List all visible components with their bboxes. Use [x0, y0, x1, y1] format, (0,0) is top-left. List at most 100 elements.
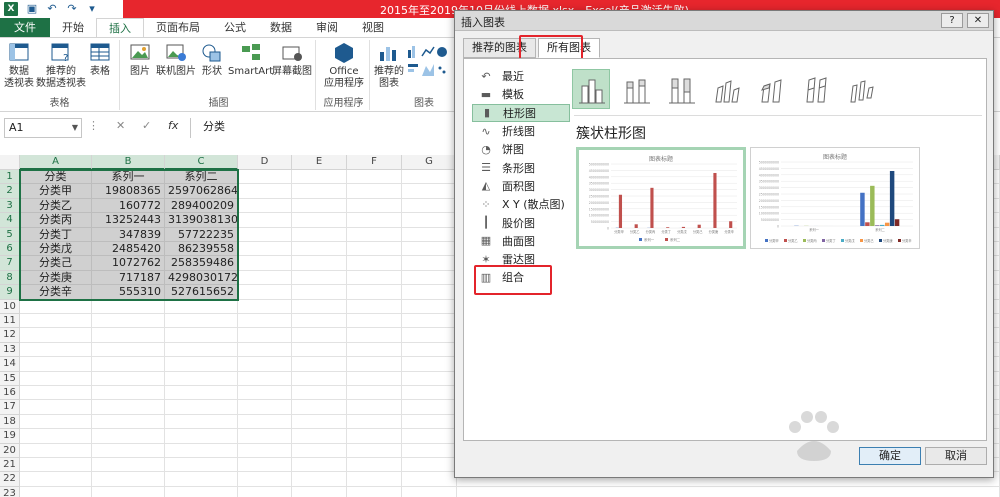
undo-icon[interactable]: ↶: [46, 3, 58, 15]
sheet-cell[interactable]: [347, 342, 402, 358]
chart-type-surface-chart[interactable]: ▦ 曲面图: [472, 232, 570, 250]
chart-type-combo-chart[interactable]: ▥ 组合: [472, 268, 570, 286]
sheet-cell[interactable]: [238, 213, 292, 228]
tab-insert[interactable]: 插入: [96, 18, 144, 37]
sheet-cell[interactable]: [402, 170, 457, 185]
sheet-cell[interactable]: [457, 486, 1000, 497]
sheet-cell[interactable]: [292, 314, 347, 329]
sheet-cell[interactable]: [402, 486, 457, 497]
sheet-cell[interactable]: [165, 472, 238, 487]
row-header[interactable]: 23: [0, 486, 20, 497]
pivot-table-button[interactable]: 数据 透视表: [4, 42, 34, 90]
sheet-cell[interactable]: 分类辛: [20, 285, 92, 300]
sheet-cell[interactable]: [165, 357, 238, 372]
sheet-cell[interactable]: [92, 458, 165, 473]
sheet-cell[interactable]: [292, 270, 347, 286]
sheet-cell[interactable]: [402, 458, 457, 473]
recommended-charts-button[interactable]: 推荐的 图表: [374, 42, 404, 90]
help-button[interactable]: ?: [941, 13, 963, 28]
sheet-cell[interactable]: [292, 458, 347, 473]
sheet-cell[interactable]: [292, 213, 347, 228]
sheet-cell[interactable]: [402, 314, 457, 329]
tab-file[interactable]: 文件: [0, 18, 50, 37]
chart-type-column-chart[interactable]: ▮ 柱形图: [472, 103, 570, 122]
cancel-button[interactable]: 取消: [925, 447, 987, 465]
sheet-cell[interactable]: [165, 400, 238, 415]
sheet-cell[interactable]: [347, 486, 402, 497]
sheet-cell[interactable]: [347, 357, 402, 372]
sheet-cell[interactable]: [20, 357, 92, 372]
sheet-cell[interactable]: [402, 472, 457, 487]
sheet-cell[interactable]: [20, 400, 92, 415]
sheet-cell[interactable]: [238, 486, 292, 497]
ok-button[interactable]: 确定: [859, 447, 921, 465]
sheet-cell[interactable]: 分类庚: [20, 270, 92, 286]
sheet-cell[interactable]: [292, 299, 347, 314]
smartart-button[interactable]: SmartArt: [228, 42, 273, 78]
row-header[interactable]: 22: [0, 472, 20, 487]
sheet-cell[interactable]: [165, 371, 238, 386]
chart-type-line-chart[interactable]: ∿ 折线图: [472, 122, 570, 140]
sheet-cell[interactable]: [292, 328, 347, 343]
sheet-cell[interactable]: [20, 414, 92, 430]
sheet-cell[interactable]: [292, 443, 347, 458]
sheet-cell[interactable]: [347, 256, 402, 271]
clustered-column-subtype[interactable]: [572, 69, 610, 109]
sheet-cell[interactable]: 1072762: [92, 256, 165, 271]
chart-type-bar-chart[interactable]: ☰ 条形图: [472, 158, 570, 176]
row-header[interactable]: 11: [0, 314, 20, 329]
sheet-cell[interactable]: [402, 184, 457, 199]
sheet-cell[interactable]: [238, 242, 292, 257]
sheet-cell[interactable]: 4298030172: [165, 270, 238, 286]
sheet-cell[interactable]: [402, 227, 457, 242]
sheet-cell[interactable]: [402, 198, 457, 214]
row-header[interactable]: 15: [0, 371, 20, 386]
sheet-cell[interactable]: 555310: [92, 285, 165, 300]
sheet-cell[interactable]: [347, 198, 402, 214]
tab-recommended-charts[interactable]: 推荐的图表: [463, 38, 536, 58]
sheet-cell[interactable]: [238, 386, 292, 401]
sheet-cell[interactable]: [92, 314, 165, 329]
sheet-cell[interactable]: [20, 443, 92, 458]
sheet-cell[interactable]: [402, 357, 457, 372]
sheet-cell[interactable]: [92, 443, 165, 458]
row-header[interactable]: 8: [0, 270, 20, 286]
row-header[interactable]: 18: [0, 414, 20, 430]
percent-stacked-column-subtype[interactable]: [662, 69, 700, 109]
sheet-cell[interactable]: [292, 342, 347, 358]
sheet-cell[interactable]: [347, 213, 402, 228]
sheet-cell[interactable]: [20, 328, 92, 343]
sheet-cell[interactable]: [238, 342, 292, 358]
sheet-cell[interactable]: [165, 486, 238, 497]
sheet-cell[interactable]: [238, 472, 292, 487]
row-header[interactable]: 9: [0, 285, 20, 300]
sheet-cell[interactable]: [292, 414, 347, 430]
sheet-cell[interactable]: 347839: [92, 227, 165, 242]
sheet-cell[interactable]: 系列一: [92, 170, 165, 185]
screenshot-button[interactable]: 屏幕截图: [272, 42, 312, 78]
sheet-cell[interactable]: [165, 314, 238, 329]
sheet-cell[interactable]: 2485420: [92, 242, 165, 257]
sheet-cell[interactable]: [292, 227, 347, 242]
picture-button[interactable]: 图片: [128, 42, 152, 78]
insert-function-icon[interactable]: fx: [168, 119, 178, 132]
tab-view[interactable]: 视图: [350, 18, 396, 37]
row-header[interactable]: 16: [0, 386, 20, 401]
row-header[interactable]: 5: [0, 227, 20, 242]
sheet-cell[interactable]: [292, 357, 347, 372]
office-apps-button[interactable]: Office 应用程序: [324, 42, 364, 90]
sheet-cell[interactable]: [92, 429, 165, 444]
sheet-cell[interactable]: [238, 458, 292, 473]
tab-all-charts[interactable]: 所有图表: [538, 38, 600, 58]
sheet-cell[interactable]: [165, 299, 238, 314]
chart-type-stock-chart[interactable]: ┃ 股价图: [472, 213, 570, 231]
sheet-cell[interactable]: [347, 227, 402, 242]
row-header[interactable]: 21: [0, 458, 20, 473]
sheet-cell[interactable]: [238, 414, 292, 430]
tab-data[interactable]: 数据: [258, 18, 304, 37]
column-header[interactable]: A: [20, 155, 92, 170]
sheet-cell[interactable]: [292, 400, 347, 415]
sheet-cell[interactable]: [402, 256, 457, 271]
sheet-cell[interactable]: [20, 429, 92, 444]
table-button[interactable]: 表格: [88, 42, 112, 78]
